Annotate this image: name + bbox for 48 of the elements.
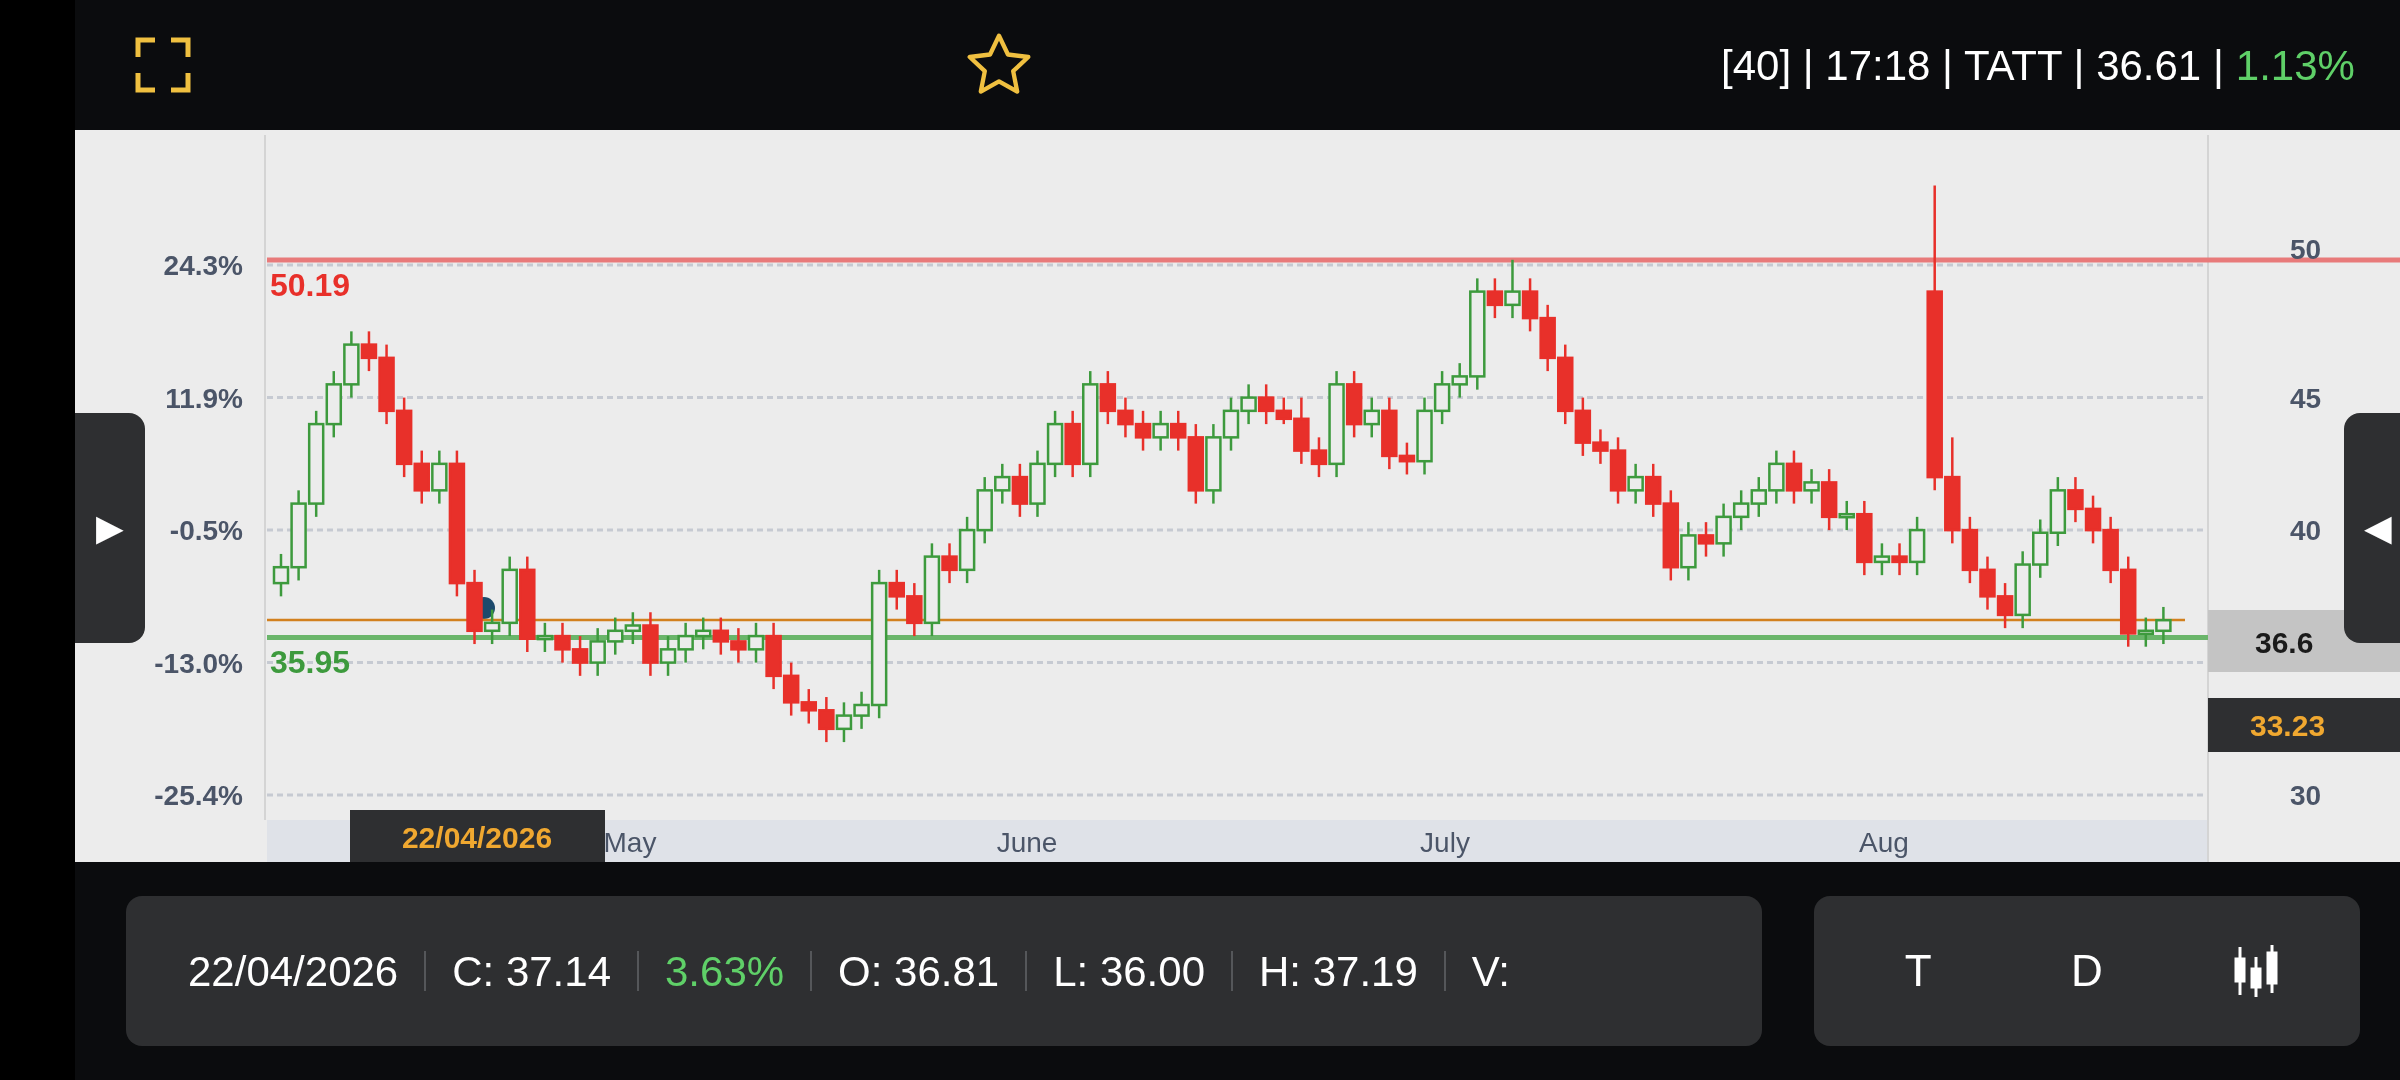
candlestick xyxy=(1169,409,1187,452)
month-label: July xyxy=(1420,827,1470,858)
candlestick-icon xyxy=(2232,943,2279,999)
reference-label: 35.95 xyxy=(270,644,351,681)
info-value: O: 36.81 xyxy=(838,946,1000,997)
price-axis-label: 45 xyxy=(2290,382,2322,414)
info-value: H: 37.19 xyxy=(1259,946,1418,997)
candlestick xyxy=(1504,258,1521,320)
price-axis-label: 40 xyxy=(2290,515,2322,547)
info-value: C: 37.14 xyxy=(452,946,611,997)
scroll-left-handle[interactable]: ▶ xyxy=(75,413,145,643)
candlestick xyxy=(747,621,765,664)
reference-label: 50.19 xyxy=(270,267,351,304)
candlestick xyxy=(1891,542,1908,577)
interval-button[interactable]: D xyxy=(2036,931,2137,1011)
interval-button[interactable]: T xyxy=(1868,931,1969,1011)
percent-axis-label: -25.4% xyxy=(154,780,243,812)
info-value: L: 36.00 xyxy=(1053,946,1205,997)
candlestick xyxy=(941,542,958,585)
candlestick xyxy=(1838,499,1855,532)
candlestick xyxy=(536,621,554,654)
marker-tag: 33.23 xyxy=(2250,709,2326,742)
scroll-right-handle[interactable]: ◀ xyxy=(2343,413,2400,643)
month-label: June xyxy=(996,827,1058,858)
candlestick xyxy=(1363,396,1380,439)
quote-summary: [40] | 17:18 | TATT | 36.61 | xyxy=(1721,40,2224,91)
percent-axis-label: -13.0% xyxy=(154,647,243,679)
month-label: May xyxy=(603,827,657,858)
price-change: 1.13% xyxy=(2235,40,2355,91)
price-axis-label: 30 xyxy=(2290,780,2322,812)
price-axis-label: 50 xyxy=(2290,234,2322,266)
info-value: 22/04/2026 xyxy=(188,946,399,997)
month-label: Aug xyxy=(1859,827,1909,858)
fullscreen-icon[interactable] xyxy=(135,37,191,93)
candlestick xyxy=(1486,277,1504,320)
percent-axis-label: 24.3% xyxy=(163,250,243,282)
percent-axis-label: -0.5% xyxy=(169,515,243,547)
price-tag: 36.6 xyxy=(2255,626,2314,659)
percent-axis-label: 11.9% xyxy=(165,382,243,414)
candlestick xyxy=(1873,542,1891,577)
candlestick xyxy=(1152,409,1169,452)
candlestick xyxy=(1697,520,1715,558)
candlestick xyxy=(1257,383,1275,426)
info-value: V: xyxy=(1471,946,1510,997)
cursor-date: 22/04/2026 xyxy=(401,821,553,854)
candlestick xyxy=(1627,462,1644,505)
change-value: 3.63% xyxy=(665,946,785,997)
candlestick xyxy=(1803,467,1820,505)
